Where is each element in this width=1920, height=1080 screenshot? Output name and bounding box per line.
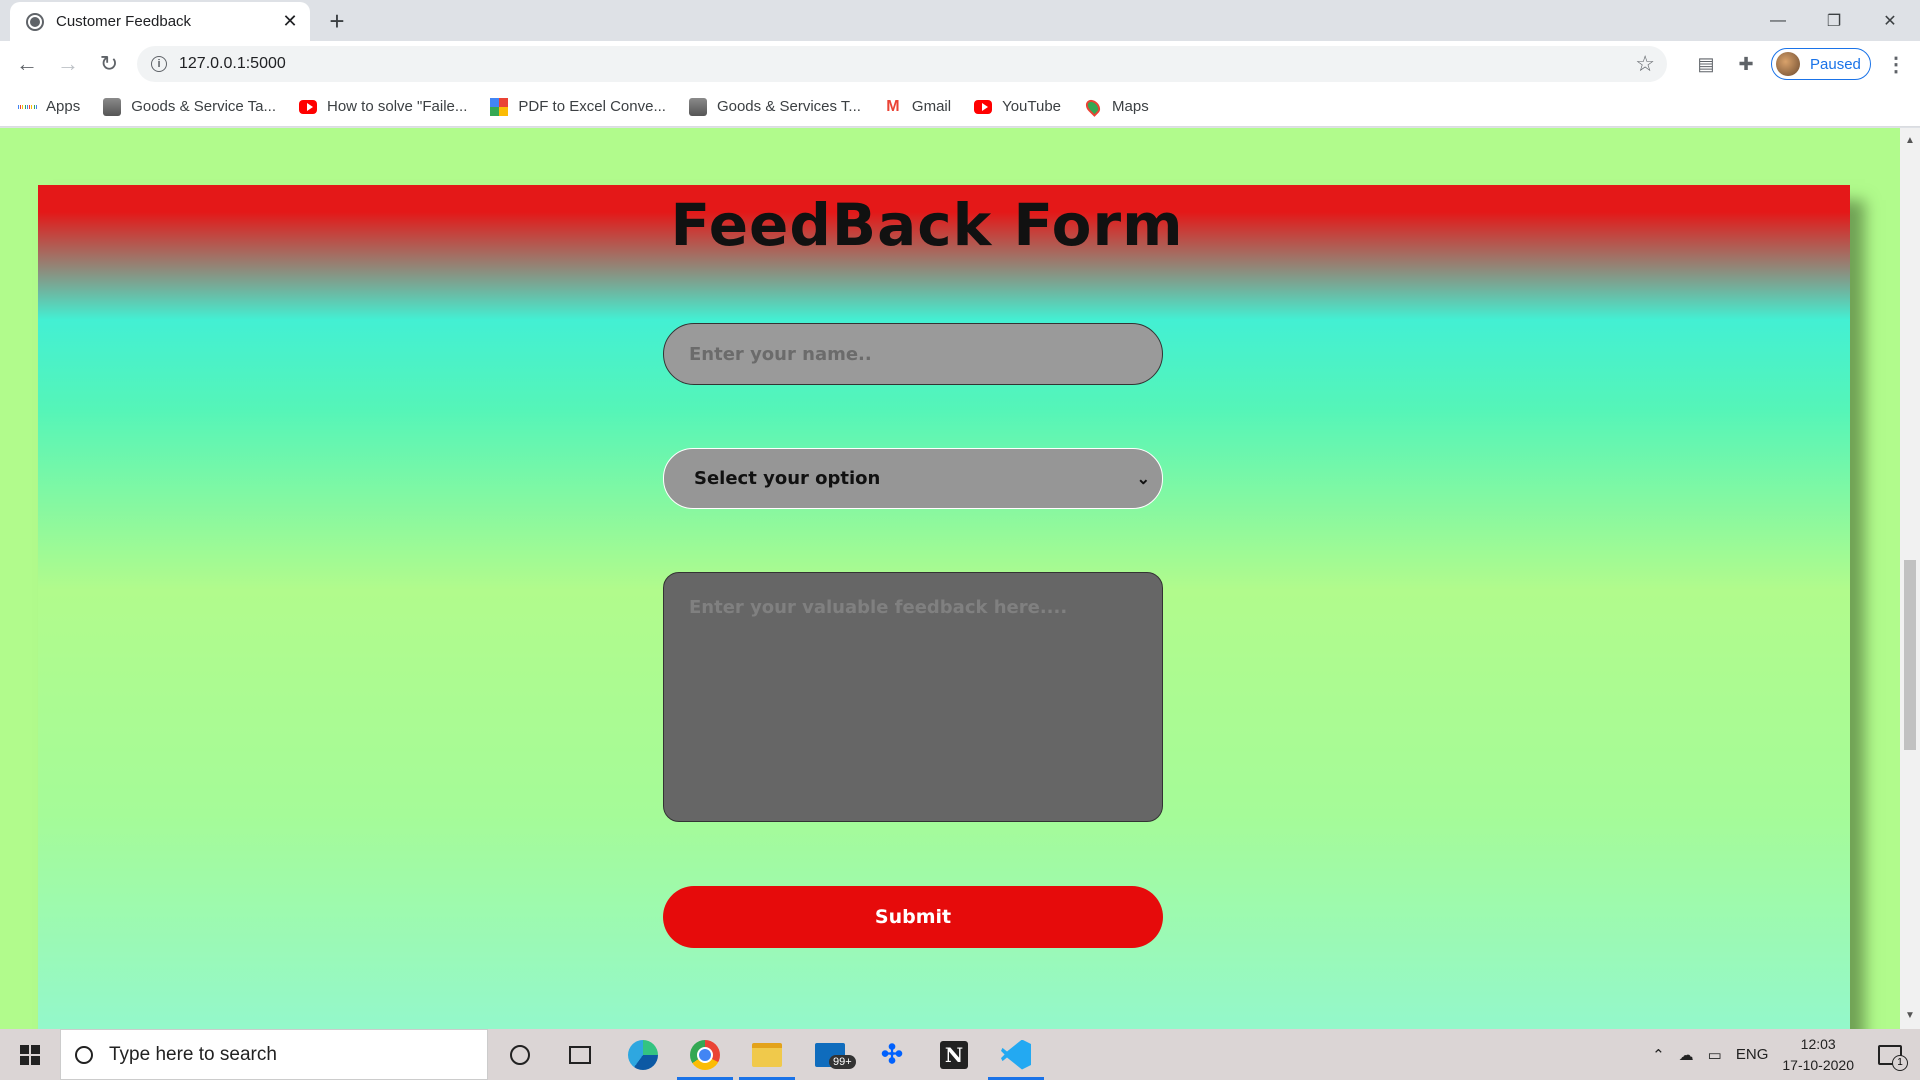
profile-label: Paused	[1810, 55, 1861, 73]
back-button[interactable]: ←	[9, 46, 45, 82]
task-view-icon	[569, 1045, 591, 1064]
search-icon	[75, 1045, 93, 1064]
youtube-icon	[299, 99, 317, 114]
page-viewport: FeedBack Form Select your option ⌄ Submi…	[0, 128, 1900, 1029]
notification-count: 1	[1892, 1054, 1908, 1071]
bookmark-label: YouTube	[1002, 98, 1062, 115]
dropbox-icon: ✣	[881, 1039, 903, 1069]
folder-icon	[752, 1042, 782, 1067]
bookmark-label: PDF to Excel Conve...	[518, 98, 666, 115]
chrome-app[interactable]	[675, 1029, 735, 1080]
restore-button[interactable]: ❐	[1806, 0, 1862, 41]
browser-toolbar: ← → ↻ i 127.0.0.1:5000 ☆ ▤ ✚ Paused ⋮	[0, 41, 1920, 87]
edge-icon	[628, 1039, 658, 1070]
gmail-icon: M	[886, 97, 900, 115]
select-value: Select your option	[694, 468, 881, 489]
name-input[interactable]	[663, 323, 1163, 385]
profile-button[interactable]: Paused	[1771, 48, 1871, 80]
address-url[interactable]: 127.0.0.1:5000	[179, 55, 1635, 73]
windows-logo-icon	[20, 1044, 40, 1065]
language-indicator[interactable]: ENG	[1736, 1046, 1769, 1063]
battery-icon[interactable]: ▭	[1708, 1046, 1722, 1064]
chevron-up-icon[interactable]: ⌃	[1652, 1046, 1665, 1064]
bookmark-label: Goods & Service Ta...	[131, 98, 276, 115]
page-title: FeedBack Form	[670, 191, 1184, 259]
site-info-icon[interactable]: i	[151, 56, 167, 72]
option-select[interactable]: Select your option ⌄	[663, 448, 1163, 509]
address-bar[interactable]: i 127.0.0.1:5000 ☆	[137, 46, 1667, 82]
search-placeholder: Type here to search	[109, 1043, 277, 1065]
cortana-button[interactable]	[490, 1029, 550, 1080]
notion-icon: N	[940, 1040, 968, 1069]
bookmarks-bar: Apps Goods & Service Ta... How to solve …	[0, 87, 1920, 127]
onedrive-icon[interactable]: ☁	[1679, 1046, 1694, 1064]
reading-list-icon[interactable]: ▤	[1694, 52, 1718, 76]
clock-time: 12:03	[1800, 1035, 1836, 1052]
notion-app[interactable]: N	[924, 1029, 984, 1080]
start-button[interactable]	[0, 1029, 60, 1080]
apps-grid-icon	[18, 98, 36, 116]
minimize-button[interactable]: —	[1750, 0, 1806, 41]
tab-title: Customer Feedback	[56, 13, 192, 30]
maps-icon	[1083, 96, 1103, 117]
vscode-app[interactable]	[986, 1029, 1046, 1080]
edge-app[interactable]	[613, 1029, 673, 1080]
bookmark-label: Apps	[46, 98, 81, 115]
bookmark-pdf-to-excel[interactable]: PDF to Excel Conve...	[490, 97, 666, 116]
feedback-textarea[interactable]	[663, 572, 1163, 822]
scroll-down-icon[interactable]: ▼	[1905, 1011, 1915, 1021]
browser-menu-icon[interactable]: ⋮	[1884, 52, 1908, 76]
bookmark-youtube[interactable]: YouTube	[974, 98, 1061, 116]
globe-icon	[26, 12, 44, 31]
reload-button[interactable]: ↻	[91, 46, 127, 82]
system-tray: ⌃ ☁ ▭ ENG 12:03 17-10-2020 1	[1652, 1029, 1920, 1080]
cortana-icon	[510, 1044, 530, 1065]
dropbox-app[interactable]: ✣	[862, 1029, 922, 1080]
submit-button[interactable]: Submit	[663, 886, 1163, 948]
avatar	[1776, 52, 1800, 76]
clock[interactable]: 12:03 17-10-2020	[1782, 1034, 1854, 1076]
bookmark-label: Maps	[1112, 98, 1149, 115]
bookmark-star-icon[interactable]: ☆	[1635, 51, 1655, 77]
clock-date: 17-10-2020	[1782, 1056, 1854, 1073]
mail-app[interactable]: 99+	[800, 1029, 860, 1080]
gov-emblem-icon	[103, 97, 122, 116]
feedback-card: FeedBack Form Select your option ⌄ Submi…	[38, 185, 1850, 1029]
new-tab-button[interactable]: +	[322, 6, 352, 36]
bookmark-gst-2[interactable]: Goods & Services T...	[688, 97, 861, 116]
windows-taskbar: Type here to search 99+ ✣ N ⌃ ☁ ▭ ENG 12…	[0, 1029, 1920, 1080]
scroll-thumb[interactable]	[1904, 560, 1916, 750]
file-explorer-app[interactable]	[737, 1029, 797, 1080]
extensions-icon[interactable]: ✚	[1734, 52, 1758, 76]
bookmark-label: Goods & Services T...	[716, 98, 861, 115]
vscode-icon	[1001, 1039, 1031, 1070]
notification-center-icon[interactable]: 1	[1878, 1044, 1908, 1071]
pdf-converter-icon	[490, 97, 509, 116]
bookmark-gst-1[interactable]: Goods & Service Ta...	[103, 97, 276, 116]
browser-tab[interactable]: Customer Feedback ✕	[10, 2, 310, 41]
page-scrollbar[interactable]: ▲ ▼	[1900, 128, 1920, 1029]
forward-button[interactable]: →	[50, 46, 86, 82]
bookmark-maps[interactable]: Maps	[1083, 96, 1149, 117]
bookmark-gmail[interactable]: M Gmail	[884, 98, 951, 116]
gov-emblem-icon	[688, 97, 707, 116]
chevron-down-icon: ⌄	[1136, 470, 1150, 488]
task-view-button[interactable]	[550, 1029, 610, 1080]
taskbar-search[interactable]: Type here to search	[60, 1029, 488, 1080]
bookmark-how-to-solve[interactable]: How to solve "Faile...	[299, 98, 467, 116]
tab-strip: Customer Feedback ✕ + — ❐ ✕	[0, 0, 1920, 41]
mail-icon: 99+	[815, 1042, 856, 1069]
bookmark-label: How to solve "Faile...	[327, 98, 468, 115]
close-tab-icon[interactable]: ✕	[278, 10, 302, 34]
bookmark-label: Gmail	[911, 98, 952, 115]
mail-badge: 99+	[829, 1054, 856, 1069]
chrome-icon	[690, 1039, 720, 1070]
bookmark-apps[interactable]: Apps	[18, 98, 80, 116]
youtube-icon	[974, 99, 993, 114]
scroll-up-icon[interactable]: ▲	[1905, 136, 1915, 146]
window-close-button[interactable]: ✕	[1862, 0, 1918, 41]
